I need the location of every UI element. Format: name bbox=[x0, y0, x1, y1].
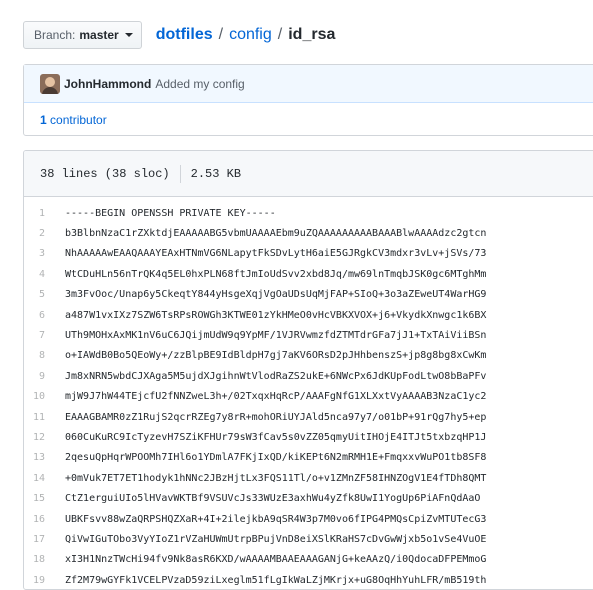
code-line: 3 NhAAAAAwEAAQAAAYEAxHTNmVG6NLapytFkSDvLy… bbox=[24, 244, 593, 264]
code-line: 2 b3BlbnNzaC1rZXktdjEAAAAABG5vbmUAAAAEbm9… bbox=[24, 223, 593, 243]
line-content: a487W1vxIXz7SZW6TsRPsROWGh3KTWE01zYkHMeO… bbox=[65, 309, 487, 321]
commit-message-link[interactable]: Added my config bbox=[155, 77, 244, 91]
code-line: 11 EAAAGBAMR0zZ1RujS2qcrRZEg7y8rR+mohORiU… bbox=[24, 407, 593, 427]
code-blob: 1 -----BEGIN OPENSSH PRIVATE KEY----- 2 b3B… bbox=[24, 197, 593, 589]
code-line: 7 UTh9MOHxAxMK1nV6uC6JQijmUdW9q9YpMF/1VJR… bbox=[24, 325, 593, 345]
line-number[interactable]: 1 bbox=[24, 208, 65, 219]
caret-down-icon bbox=[124, 33, 133, 37]
code-line: 10 mjW9J7hW44TEjcfU2fNNZweL3h+/02TxqxHqRc… bbox=[24, 387, 593, 407]
branch-select-button[interactable]: Branch: master bbox=[23, 21, 142, 49]
branch-name: master bbox=[79, 28, 119, 42]
avatar[interactable] bbox=[40, 73, 60, 94]
code-line: 1 -----BEGIN OPENSSH PRIVATE KEY----- bbox=[24, 203, 593, 223]
breadcrumb: dotfiles / config / id_rsa bbox=[156, 26, 336, 44]
file-info-header: 38 lines (38 sloc) 2.53 KB bbox=[24, 151, 593, 197]
line-content: 2qesuQpHqrWPOOMh7IHl6o1YDmlA7FKjIxQD/kiK… bbox=[65, 452, 487, 464]
code-line: 9 Jm8xNRN5wbdCJXAga5M5ujdXJgihnWtVlodRaZS… bbox=[24, 366, 593, 386]
line-number[interactable]: 7 bbox=[24, 330, 65, 341]
line-content: EAAAGBAMR0zZ1RujS2qcrRZEg7y8rR+mohORiUYJ… bbox=[65, 411, 487, 423]
line-number[interactable]: 18 bbox=[24, 554, 65, 565]
breadcrumb-repo-link[interactable]: dotfiles bbox=[156, 26, 213, 44]
file-viewer: 38 lines (38 sloc) 2.53 KB 1 -----BEGIN O… bbox=[23, 150, 593, 590]
line-number[interactable]: 14 bbox=[24, 473, 65, 484]
line-number[interactable]: 19 bbox=[24, 575, 65, 586]
line-content: CtZ1erguiUIo5lHVavWKTBf9VSUVcJs33WUzE3ax… bbox=[65, 493, 481, 505]
line-content: UTh9MOHxAxMK1nV6uC6JQijmUdW9q9YpMF/1VJRV… bbox=[65, 330, 487, 342]
line-content: o+IAWdB0Bo5QEoWy+/zzBlpBE9IdBldpH7gj7aKV… bbox=[65, 350, 487, 362]
line-content: 3m3FvOoc/Unap6y5CkeqtY844yHsgeXqjVgOaUDs… bbox=[65, 289, 487, 301]
contributors-count: 1 bbox=[40, 113, 47, 127]
code-line: 6 a487W1vxIXz7SZW6TsRPsROWGh3KTWE01zYkHMe… bbox=[24, 305, 593, 325]
code-line: 8 o+IAWdB0Bo5QEoWy+/zzBlpBE9IdBldpH7gj7aK… bbox=[24, 346, 593, 366]
code-line: 12 060CuKuRC9IcTyzevH7SZiKFHUr79sW3fCav5s… bbox=[24, 427, 593, 447]
line-number[interactable]: 5 bbox=[24, 289, 65, 300]
commit-tease: JohnHammond Added my config 1 contributo… bbox=[23, 64, 593, 136]
line-content: 060CuKuRC9IcTyzevH7SZiKFHUr79sW3fCav5s0v… bbox=[65, 431, 487, 443]
latest-commit-bar: JohnHammond Added my config bbox=[24, 65, 593, 103]
line-number[interactable]: 11 bbox=[24, 412, 65, 423]
commit-author-link[interactable]: JohnHammond bbox=[64, 77, 151, 91]
code-line: 15 CtZ1erguiUIo5lHVavWKTBf9VSUVcJs33WUzE3… bbox=[24, 488, 593, 508]
line-content: -----BEGIN OPENSSH PRIVATE KEY----- bbox=[65, 207, 276, 219]
line-number[interactable]: 12 bbox=[24, 432, 65, 443]
code-line: 18 xI3H1NnzTWcHi94fv9Nk8asR6KXD/wAAAAMBAA… bbox=[24, 550, 593, 570]
line-number[interactable]: 8 bbox=[24, 350, 65, 361]
line-content: NhAAAAAwEAAQAAAYEAxHTNmVG6NLapytFkSDvLyt… bbox=[65, 248, 487, 260]
line-content: UBKFsvv88wZaQRPSHQZXaR+4I+2ilejkbA9qSR4W… bbox=[65, 513, 487, 525]
info-divider bbox=[179, 164, 181, 183]
line-content: Jm8xNRN5wbdCJXAga5M5ujdXJgihnWtVlodRaZS2… bbox=[65, 370, 487, 382]
line-content: mjW9J7hW44TEjcfU2fNNZweL3h+/02TxqxHqRcP/… bbox=[65, 391, 487, 403]
line-number[interactable]: 10 bbox=[24, 391, 65, 402]
code-line: 4 WtCDuHLn56nTrQK4q5EL0hxPLN68ftJmIoUdSvv… bbox=[24, 264, 593, 284]
line-number[interactable]: 13 bbox=[24, 452, 65, 463]
code-line: 14 +0mVuk7ET7ET1hodyk1hNNc2JBzHjtLx3FQS11… bbox=[24, 468, 593, 488]
contributors-link[interactable]: 1 contributor bbox=[40, 113, 107, 127]
contributors-bar: 1 contributor bbox=[24, 103, 593, 137]
breadcrumb-file-name: id_rsa bbox=[288, 26, 336, 43]
line-number[interactable]: 4 bbox=[24, 269, 65, 280]
line-number[interactable]: 16 bbox=[24, 514, 65, 525]
line-number[interactable]: 17 bbox=[24, 534, 65, 545]
line-number[interactable]: 9 bbox=[24, 371, 65, 382]
file-line-count: 38 lines (38 sloc) bbox=[40, 166, 170, 181]
code-line: 5 3m3FvOoc/Unap6y5CkeqtY844yHsgeXqjVgOaUD… bbox=[24, 285, 593, 305]
breadcrumb-separator: / bbox=[218, 26, 224, 43]
code-line: 13 2qesuQpHqrWPOOMh7IHl6o1YDmlA7FKjIxQD/k… bbox=[24, 448, 593, 468]
code-line: 16 UBKFsvv88wZaQRPSHQZXaR+4I+2ilejkbA9qSR… bbox=[24, 509, 593, 529]
line-number[interactable]: 3 bbox=[24, 248, 65, 259]
breadcrumb-folder-link[interactable]: config bbox=[229, 26, 272, 44]
contributors-label: contributor bbox=[50, 113, 107, 127]
branch-prefix: Branch: bbox=[34, 28, 76, 42]
line-number[interactable]: 6 bbox=[24, 310, 65, 321]
line-content: b3BlbnNzaC1rZXktdjEAAAAABG5vbmUAAAAEbm9u… bbox=[65, 228, 487, 240]
breadcrumb-separator: / bbox=[277, 26, 283, 43]
line-number[interactable]: 15 bbox=[24, 493, 65, 504]
file-size: 2.53 KB bbox=[190, 166, 242, 181]
file-navigation: Branch: master dotfiles / config / id_rs… bbox=[23, 20, 335, 50]
code-line: 17 QiVwIGuTObo3VyYIoZ1rVZaHUWmUtrpBPujVnD… bbox=[24, 529, 593, 549]
line-content: xI3H1NnzTWcHi94fv9Nk8asR6KXD/wAAAAMBAAEA… bbox=[65, 554, 487, 566]
line-content: +0mVuk7ET7ET1hodyk1hNNc2JBzHjtLx3FQS11Tl… bbox=[65, 472, 487, 484]
code-line: 19 Zf2M79wGYFk1VCELPVzaD59ziLxeglm51fLgIk… bbox=[24, 570, 593, 589]
line-number[interactable]: 2 bbox=[24, 228, 65, 239]
line-content: QiVwIGuTObo3VyYIoZ1rVZaHUWmUtrpBPujVnD8e… bbox=[65, 533, 487, 545]
line-content: Zf2M79wGYFk1VCELPVzaD59ziLxeglm51fLgIkWa… bbox=[65, 574, 487, 586]
line-content: WtCDuHLn56nTrQK4q5EL0hxPLN68ftJmIoUdSvv2… bbox=[65, 268, 487, 280]
